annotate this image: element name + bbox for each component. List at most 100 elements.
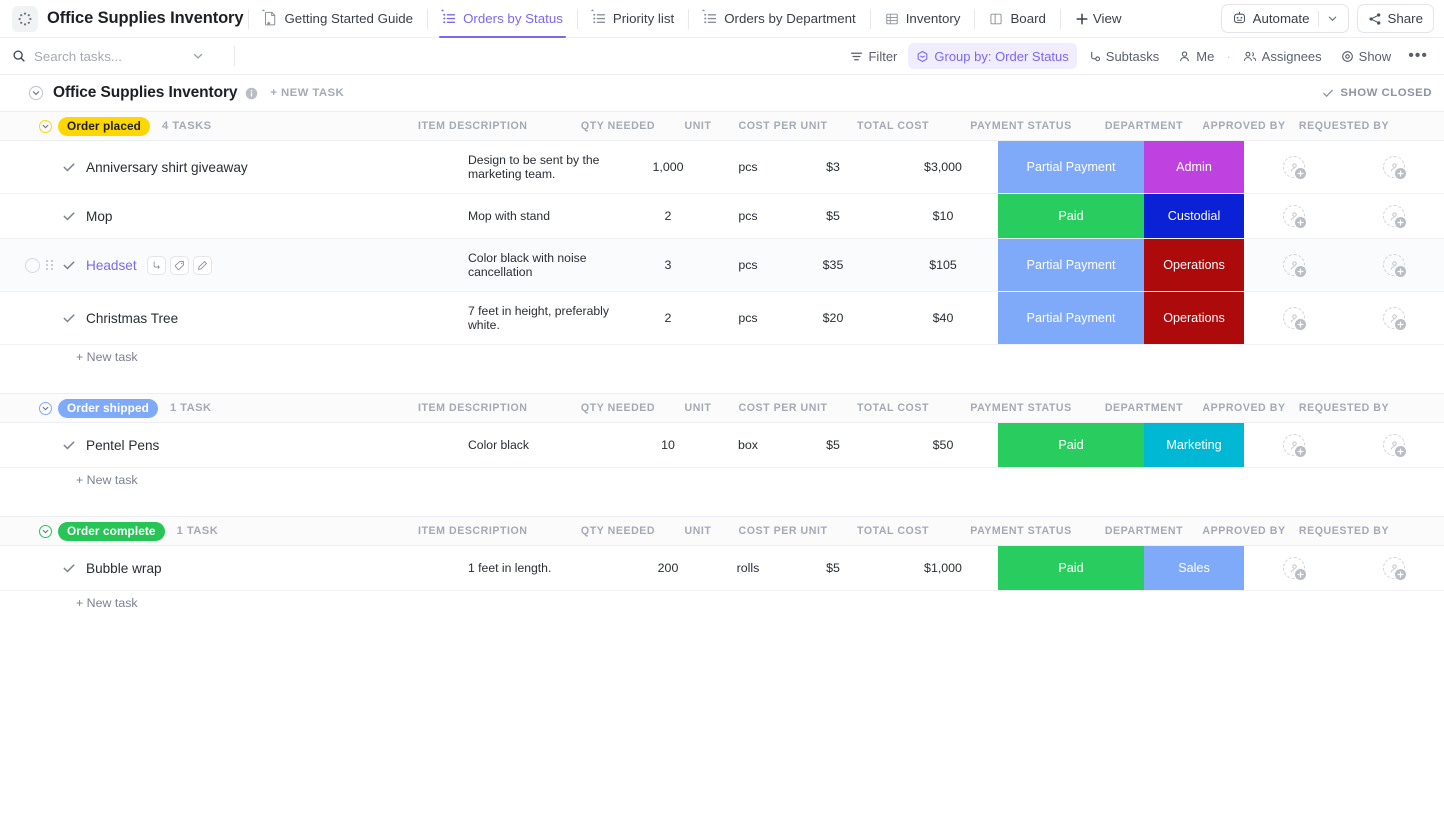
column-header-unit[interactable]: UNIT bbox=[668, 525, 728, 537]
avatar[interactable] bbox=[1283, 557, 1306, 580]
task-name-cell[interactable]: Mop bbox=[62, 194, 468, 238]
column-header-cost-per-unit[interactable]: COST PER UNIT bbox=[728, 120, 838, 132]
cell-payment-status[interactable]: Partial Payment bbox=[998, 141, 1144, 193]
column-header-approved-by[interactable]: APPROVED BY bbox=[1194, 525, 1294, 537]
cell-cost-per-unit[interactable]: $35 bbox=[778, 239, 888, 291]
column-header-total-cost[interactable]: TOTAL COST bbox=[838, 120, 948, 132]
row-select-checkbox[interactable] bbox=[25, 257, 40, 273]
cell-unit[interactable]: pcs bbox=[718, 141, 778, 193]
avatar[interactable] bbox=[1383, 156, 1406, 179]
cell-description[interactable]: Design to be sent by the marketing team. bbox=[468, 141, 618, 193]
column-header-requested-by[interactable]: REQUESTED BY bbox=[1294, 120, 1394, 132]
cell-total-cost[interactable]: $3,000 bbox=[888, 141, 998, 193]
share-button[interactable]: Share bbox=[1356, 4, 1434, 33]
cell-description[interactable]: Color black with noise cancellation bbox=[468, 239, 618, 291]
cell-total-cost[interactable]: $105 bbox=[888, 239, 998, 291]
column-header-department[interactable]: DEPARTMENT bbox=[1094, 120, 1194, 132]
cell-requested-by[interactable] bbox=[1344, 423, 1444, 467]
cell-unit[interactable]: pcs bbox=[718, 194, 778, 238]
column-header-requested-by[interactable]: REQUESTED BY bbox=[1294, 525, 1394, 537]
search-input[interactable] bbox=[34, 48, 184, 64]
tab-inventory[interactable]: Inventory bbox=[876, 0, 970, 38]
group-by-button[interactable]: Group by: Order Status bbox=[908, 43, 1077, 69]
assignees-button[interactable]: Assignees bbox=[1235, 43, 1330, 69]
cell-approved-by[interactable] bbox=[1244, 141, 1344, 193]
column-header-department[interactable]: DEPARTMENT bbox=[1094, 525, 1194, 537]
cell-approved-by[interactable] bbox=[1244, 194, 1344, 238]
new-task-row[interactable]: + New task bbox=[0, 591, 1444, 615]
task-name-cell[interactable]: Bubble wrap bbox=[62, 546, 468, 590]
tag-icon[interactable] bbox=[169, 255, 189, 275]
cell-total-cost[interactable]: $40 bbox=[888, 292, 998, 344]
column-header-unit[interactable]: UNIT bbox=[668, 402, 728, 414]
cell-qty[interactable]: 3 bbox=[618, 239, 718, 291]
cell-unit[interactable]: pcs bbox=[718, 292, 778, 344]
cell-payment-status[interactable]: Partial Payment bbox=[998, 292, 1144, 344]
column-header-total-cost[interactable]: TOTAL COST bbox=[838, 402, 948, 414]
task-name-cell[interactable]: Christmas Tree bbox=[62, 292, 468, 344]
task-status-check-icon[interactable] bbox=[62, 209, 76, 223]
group-collapse-chevron-icon[interactable] bbox=[38, 119, 53, 134]
table-row[interactable]: Headset Color black with noise cancellat… bbox=[0, 239, 1444, 292]
cell-department[interactable]: Operations bbox=[1144, 239, 1244, 291]
column-header-qty[interactable]: QTY NEEDED bbox=[568, 120, 668, 132]
task-name-cell[interactable]: Anniversary shirt giveaway bbox=[62, 141, 468, 193]
cell-qty[interactable]: 2 bbox=[618, 194, 718, 238]
column-header-qty[interactable]: QTY NEEDED bbox=[568, 402, 668, 414]
add-view-button[interactable]: View bbox=[1066, 11, 1132, 26]
column-header-qty[interactable]: QTY NEEDED bbox=[568, 525, 668, 537]
cell-requested-by[interactable] bbox=[1344, 194, 1444, 238]
column-header-description[interactable]: ITEM DESCRIPTION bbox=[418, 525, 568, 537]
task-status-check-icon[interactable] bbox=[62, 160, 76, 174]
column-header-cost-per-unit[interactable]: COST PER UNIT bbox=[728, 525, 838, 537]
tab-board[interactable]: Board bbox=[980, 0, 1054, 38]
new-task-row[interactable]: + New task bbox=[0, 345, 1444, 369]
cell-payment-status[interactable]: Partial Payment bbox=[998, 239, 1144, 291]
new-task-button[interactable]: + NEW TASK bbox=[270, 87, 344, 99]
show-button[interactable]: Show bbox=[1333, 43, 1400, 69]
avatar[interactable] bbox=[1383, 254, 1406, 277]
new-task-row[interactable]: + New task bbox=[0, 468, 1444, 492]
column-header-approved-by[interactable]: APPROVED BY bbox=[1194, 402, 1294, 414]
table-row[interactable]: Pentel Pens Color black 10 box $5 $50 Pa… bbox=[0, 423, 1444, 468]
table-row[interactable]: Christmas Tree 7 feet in height, prefera… bbox=[0, 292, 1444, 345]
cell-requested-by[interactable] bbox=[1344, 292, 1444, 344]
drag-handle-icon[interactable] bbox=[46, 260, 54, 270]
cell-approved-by[interactable] bbox=[1244, 239, 1344, 291]
task-name[interactable]: Headset bbox=[86, 258, 137, 273]
task-status-check-icon[interactable] bbox=[62, 438, 76, 452]
cell-description[interactable]: Color black bbox=[468, 423, 618, 467]
cell-approved-by[interactable] bbox=[1244, 292, 1344, 344]
cell-approved-by[interactable] bbox=[1244, 546, 1344, 590]
cell-qty[interactable]: 2 bbox=[618, 292, 718, 344]
column-header-description[interactable]: ITEM DESCRIPTION bbox=[418, 402, 568, 414]
cell-payment-status[interactable]: Paid bbox=[998, 546, 1144, 590]
chevron-down-icon[interactable] bbox=[1327, 13, 1338, 24]
avatar[interactable] bbox=[1283, 156, 1306, 179]
avatar[interactable] bbox=[1383, 307, 1406, 330]
avatar[interactable] bbox=[1283, 307, 1306, 330]
cell-description[interactable]: 1 feet in length. bbox=[468, 546, 618, 590]
cell-requested-by[interactable] bbox=[1344, 546, 1444, 590]
avatar[interactable] bbox=[1283, 434, 1306, 457]
info-icon[interactable] bbox=[245, 87, 258, 100]
subtask-icon[interactable] bbox=[146, 255, 166, 275]
cell-payment-status[interactable]: Paid bbox=[998, 194, 1144, 238]
task-status-check-icon[interactable] bbox=[62, 561, 76, 575]
search-box[interactable] bbox=[12, 48, 222, 64]
cell-payment-status[interactable]: Paid bbox=[998, 423, 1144, 467]
automate-button[interactable]: Automate bbox=[1220, 4, 1349, 33]
cell-department[interactable]: Sales bbox=[1144, 546, 1244, 590]
cell-requested-by[interactable] bbox=[1344, 239, 1444, 291]
task-name[interactable]: Pentel Pens bbox=[86, 438, 159, 453]
more-options-button[interactable]: ••• bbox=[1402, 48, 1434, 64]
tab-priority-list[interactable]: Priority list bbox=[583, 0, 683, 38]
task-name[interactable]: Anniversary shirt giveaway bbox=[86, 160, 248, 175]
collapse-chevron-icon[interactable] bbox=[28, 85, 44, 101]
edit-icon[interactable] bbox=[192, 255, 212, 275]
tab-getting-started-guide[interactable]: Getting Started Guide bbox=[254, 0, 422, 38]
avatar[interactable] bbox=[1283, 205, 1306, 228]
me-button[interactable]: Me bbox=[1170, 43, 1222, 69]
cell-total-cost[interactable]: $1,000 bbox=[888, 546, 998, 590]
cell-cost-per-unit[interactable]: $5 bbox=[778, 194, 888, 238]
